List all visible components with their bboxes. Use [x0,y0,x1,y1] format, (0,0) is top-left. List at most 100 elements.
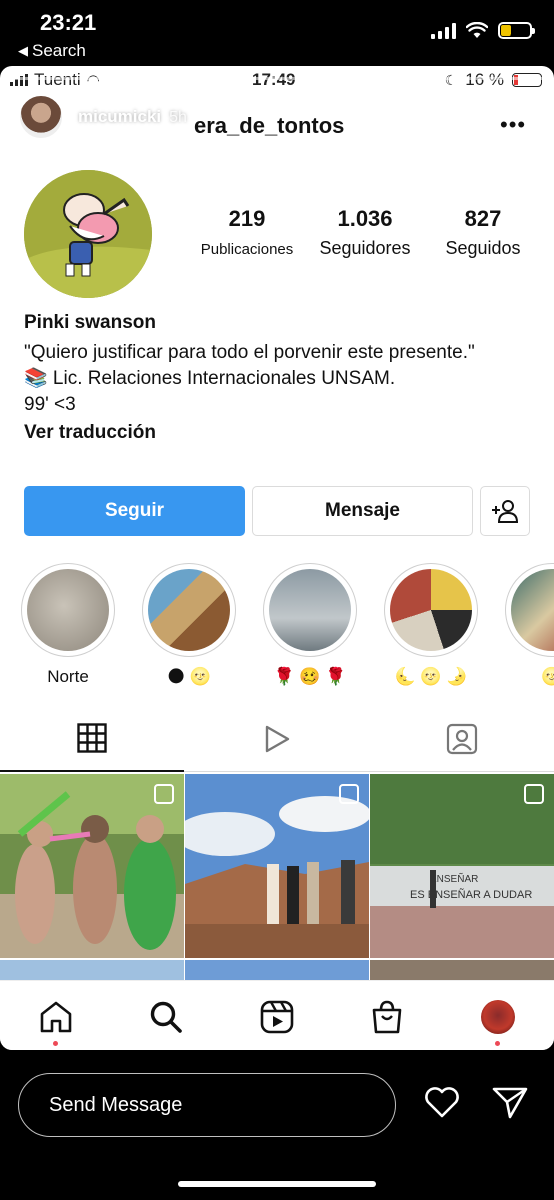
see-translation-link[interactable]: Ver traducción [24,420,534,446]
reels-icon [260,1000,294,1034]
followers-count: 1.036 [337,206,393,231]
post-thumbnail[interactable] [185,774,369,958]
follow-button[interactable]: Seguir [24,486,245,536]
play-icon [265,725,290,753]
highlight-cover [148,569,230,651]
post-thumbnail[interactable] [0,774,184,958]
stat-following[interactable]: 827 Seguidos [436,206,530,259]
post-thumbnail[interactable] [185,960,369,980]
multi-post-icon [339,784,359,804]
nav-shop[interactable] [367,997,407,1037]
tab-posts-grid[interactable] [0,706,184,772]
highlight-cover [390,569,472,651]
back-to-search[interactable]: ◀ Search [18,41,86,61]
posts-label: Publicaciones [200,241,294,258]
highlight-3[interactable]: 🌹 🥴 🌹 [263,563,357,687]
search-icon [150,1001,182,1033]
profile-avatar[interactable] [24,170,152,298]
add-person-icon [492,500,519,523]
profile-username: era_de_tontos [194,113,345,138]
battery-icon [512,73,542,87]
highlight-2[interactable]: 🌑 🌝 [142,563,236,687]
profile-options-icon[interactable]: ••• [500,112,526,138]
carrier: Tuenti ◠ [10,70,100,90]
battery-charging-icon: ⚡ [498,22,535,39]
story-username: micumicki [78,107,162,126]
os-status-icons: ⚡ [431,22,535,39]
carrier-name: Tuenti [34,70,81,90]
message-button[interactable]: Mensaje [252,486,473,536]
profile-name: Pinki swanson [24,312,156,333]
highlight-5[interactable]: 🌝 [505,563,554,687]
highlight-norte[interactable]: Norte [21,563,115,687]
send-message-input[interactable]: Send Message [18,1073,396,1137]
heart-icon[interactable] [424,1086,460,1118]
following-label: Seguidos [445,238,521,258]
notification-dot [495,1041,500,1046]
highlight-cover [511,569,554,651]
highlight-cover [27,569,109,651]
highlight-caption: 🌝 [541,667,554,686]
story-card: Tuenti ◠ 17:49 ☾ 16 % micumicki 5h ••• er… [0,66,554,1050]
highlight-cover [269,569,351,651]
multi-post-icon [524,784,544,804]
home-indicator [178,1181,376,1187]
bio-education: 📚 Lic. Relaciones Internacionales UNSAM. [24,368,396,389]
posts-grid: ENSEÑAR ES ENSEÑAR A DUDAR [0,774,554,980]
signal-icon [10,74,28,86]
story-header[interactable]: micumicki 5h [18,94,187,140]
highlight-caption: 🌜 🌝 🌛 [394,667,468,686]
shopping-bag-icon [372,1000,402,1034]
story-menu-icon[interactable]: ••• [452,100,481,126]
tab-tagged[interactable] [370,706,554,772]
story-author[interactable]: micumicki 5h [78,107,187,127]
tab-reels[interactable] [185,706,369,772]
post-thumbnail[interactable] [370,960,554,980]
suggested-users-button[interactable] [480,486,530,536]
wifi-icon: ◠ [86,72,100,89]
back-arrow-icon: ◀ [18,43,28,58]
back-label: Search [32,41,86,60]
highlight-4[interactable]: 🌜 🌝 🌛 [384,563,478,687]
post-thumbnail[interactable]: ENSEÑAR ES ENSEÑAR A DUDAR [370,774,554,958]
send-icon[interactable] [492,1086,528,1120]
notification-dot [53,1041,58,1046]
posts-count: 219 [228,206,266,231]
screenshot-clock: 17:49 [252,70,295,90]
nav-reels[interactable] [257,997,297,1037]
profile-avatar-icon [481,1000,515,1034]
send-message-placeholder: Send Message [49,1093,183,1116]
os-status-bar: 23:21 ◀ Search ⚡ [0,0,554,64]
os-clock: 23:21 [40,10,97,35]
svg-text:ES ENSEÑAR A DUDAR: ES ENSEÑAR A DUDAR [410,888,532,901]
grid-icon [77,723,107,753]
nav-home[interactable] [36,997,76,1037]
wifi-icon [466,22,488,38]
stat-posts[interactable]: 219 Publicaciones [194,206,300,258]
home-icon [40,1001,72,1033]
story-author-avatar[interactable] [18,94,64,140]
story-time: 5h [169,109,187,126]
following-count: 827 [464,206,502,231]
followers-label: Seguidores [319,238,411,258]
battery-percent: 16 % [465,70,504,90]
multi-post-icon [154,784,174,804]
bio-year: 99' <3 [24,394,76,415]
nav-search[interactable] [146,997,186,1037]
nav-profile[interactable] [478,997,518,1037]
tagged-person-icon [446,723,478,755]
highlight-caption: 🌹 🥴 🌹 [273,667,347,686]
cartoon-avatar-image [24,170,152,298]
signal-icon [431,22,456,39]
stat-followers[interactable]: 1.036 Seguidores [310,206,420,259]
svg-text:ENSEÑAR: ENSEÑAR [430,872,478,885]
bottom-navigation [0,980,554,1050]
profile-tabs [0,706,554,772]
bio-quote: "Quiero justificar para todo el porvenir… [24,342,475,363]
highlight-caption: 🌑 🌝 [167,667,211,686]
screenshot-status-bar: Tuenti ◠ 17:49 ☾ 16 % [0,66,554,96]
story-progress-bar [10,77,544,80]
post-thumbnail[interactable] [0,960,184,980]
highlight-caption: Norte [47,667,89,686]
profile-bio: Pinki swanson "Quiero justificar para to… [24,310,534,446]
